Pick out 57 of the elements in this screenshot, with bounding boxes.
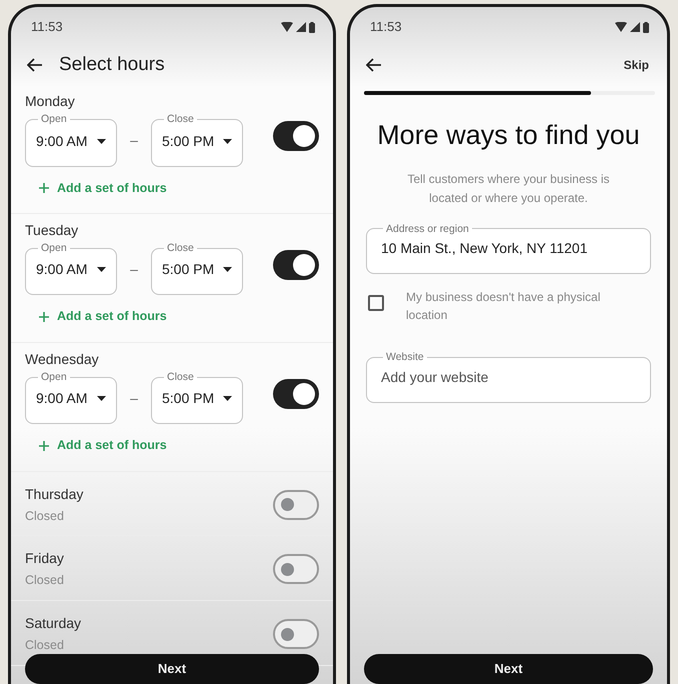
day-name: Wednesday — [25, 350, 100, 369]
battery-icon — [643, 22, 649, 32]
text-input[interactable]: Add your website — [381, 362, 640, 394]
plus-icon — [39, 312, 49, 322]
text-field[interactable]: Address or region 10 Main St., New York, NY 11201 — [366, 224, 651, 274]
text-input[interactable]: 10 Main St., New York, NY 11201 — [381, 234, 640, 265]
next-button[interactable]: Next — [25, 654, 319, 684]
caret-icon — [97, 396, 106, 402]
toggle-switch[interactable] — [273, 490, 319, 520]
day-name: Thursday — [25, 484, 84, 504]
field-label: Address or region — [385, 224, 470, 234]
separator-dash: – — [129, 260, 139, 279]
day-name: Saturday — [25, 614, 82, 634]
time-dropdown[interactable]: Close 5:00 PM — [151, 372, 243, 424]
caret-icon — [97, 267, 106, 272]
field-label: Website — [385, 352, 425, 362]
day-name: Friday — [25, 549, 64, 568]
toggle-switch[interactable] — [273, 250, 319, 280]
separator-dash: – — [129, 130, 139, 150]
time-dropdown[interactable]: Open 9:00 AM — [25, 372, 117, 424]
caret-icon — [223, 138, 232, 144]
toggle-switch[interactable] — [273, 121, 319, 151]
checkbox-label: My business doesn't have a physical location — [406, 289, 602, 324]
caret-icon — [97, 138, 106, 144]
skip-button[interactable]: Skip — [624, 56, 649, 74]
checkbox[interactable] — [368, 295, 384, 311]
toggle-switch[interactable] — [273, 619, 319, 650]
toggle-switch[interactable] — [273, 554, 319, 584]
wifi-icon — [615, 22, 627, 32]
description-text: Tell customers where your business is located or where you operate. — [406, 170, 611, 206]
day-status: Closed — [25, 637, 65, 654]
toggle-switch[interactable] — [273, 378, 319, 409]
caret-icon — [223, 267, 232, 272]
back-arrow-icon[interactable] — [366, 58, 382, 72]
signal-icon — [630, 22, 640, 32]
text-field[interactable]: Website Add your website — [366, 352, 651, 402]
day-status: Closed — [25, 508, 65, 525]
status-time: 11:53 — [31, 18, 63, 36]
status-time: 11:53 — [370, 18, 402, 36]
battery-icon — [309, 22, 315, 32]
day-name: Tuesday — [25, 220, 80, 240]
plus-icon — [39, 440, 49, 451]
time-dropdown[interactable]: Open 9:00 AM — [25, 114, 117, 166]
separator-dash: – — [129, 388, 139, 408]
time-dropdown[interactable]: Close 5:00 PM — [151, 114, 243, 166]
signal-icon — [296, 22, 306, 32]
day-name: Monday — [25, 92, 76, 111]
screen-title: More ways to find you — [376, 119, 641, 152]
back-arrow-icon[interactable] — [27, 58, 43, 72]
day-status: Closed — [25, 572, 64, 590]
time-dropdown[interactable]: Close 5:00 PM — [151, 242, 243, 296]
plus-icon — [39, 182, 49, 193]
screen-title: Select hours — [59, 52, 165, 77]
time-dropdown[interactable]: Open 9:00 AM — [25, 242, 117, 296]
next-button[interactable]: Next — [364, 654, 653, 684]
wifi-icon — [281, 22, 293, 32]
caret-icon — [223, 396, 232, 402]
